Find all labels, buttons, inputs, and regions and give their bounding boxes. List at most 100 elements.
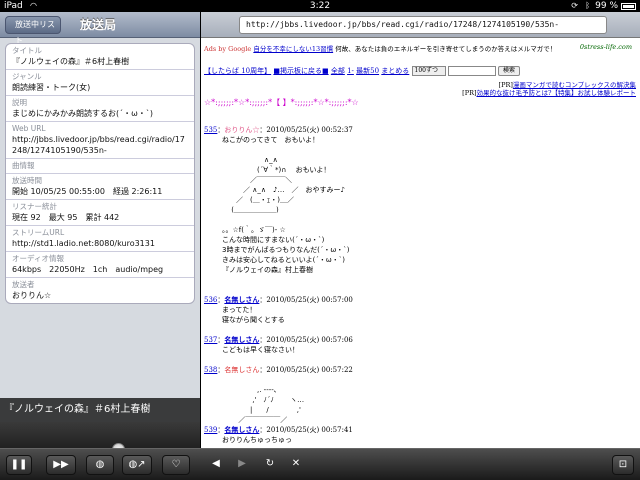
info-value: まじめにかみかみ朗読するお(´・ω・`) xyxy=(12,109,153,118)
browser-pane: http://jbbs.livedoor.jp/bbs/read.cgi/rad… xyxy=(201,12,640,448)
ad-text: 何故、あなたは負のエネルギーを引き寄せてしまうのか答えはメルマガで！ xyxy=(335,45,557,53)
web-button[interactable]: ◍ xyxy=(86,455,114,475)
info-row-listener-stats[interactable]: リスナー統計 現在 92 最大 95 累計 442 xyxy=(6,200,194,226)
forward-icon: ▶ xyxy=(238,458,246,469)
info-value: http://jbbs.livedoor.jp/bbs/read.cgi/rad… xyxy=(12,135,185,155)
ad-site[interactable]: 0stress-life.com xyxy=(580,43,632,51)
post: 535：おりりん☆：2010/05/25(火) 00:52:37 ねこがのってき… xyxy=(204,125,353,275)
post-author: おりりん☆ xyxy=(224,126,260,134)
post-author: 名無しさん xyxy=(224,366,260,374)
info-row-stream-url[interactable]: ストリームURL http://std1.ladio.net:8080/kuro… xyxy=(6,226,194,252)
bluetooth-icon: ᛒ xyxy=(585,1,590,10)
info-label: ジャンル xyxy=(12,72,42,81)
web-content[interactable]: Ads by Google 自分を不幸にしない13習慣 何故、あなたは負のエネル… xyxy=(201,39,640,448)
left-pane-title: 放送局 xyxy=(80,18,117,32)
pause-button[interactable]: ❚❚ xyxy=(6,455,32,475)
clock: 3:22 xyxy=(309,1,331,11)
info-value: 『ノルウェイの森』＃6村上春樹 xyxy=(12,57,130,66)
info-row-genre[interactable]: ジャンル 朗読練習・トーク(女) xyxy=(6,70,194,96)
info-label: 放送者 xyxy=(12,280,35,289)
post: 536：名無しさん：2010/05/25(火) 00:57:00 まってた！ 寝… xyxy=(204,295,353,325)
info-value: 開始 10/05/25 00:55:00 経過 2:26:11 xyxy=(12,187,163,196)
all-link[interactable]: 全部 xyxy=(331,67,345,75)
bottom-toolbar: ❚❚ ▶▶ ◍ ◍↗ ♡ ◀ ▶ ↻ ✕ ⊡ xyxy=(0,448,640,480)
ad-label: Ads by Google xyxy=(204,45,252,53)
info-row-broadcast-time[interactable]: 放送時間 開始 10/05/25 00:55:00 経過 2:26:11 xyxy=(6,174,194,200)
info-label: ストリームURL xyxy=(12,228,65,237)
info-label: 放送時間 xyxy=(12,176,42,185)
info-row-broadcaster[interactable]: 放送者 おりりん☆ xyxy=(6,278,194,303)
post-date: ：2010/05/25(火) 00:57:41 xyxy=(259,426,353,434)
share-icon: ◍↗ xyxy=(128,459,146,470)
thread-deco-title: ☆*:;;;;;:*☆*:;;;;;:*【 】*:;;;;;:*☆*:;;;;;… xyxy=(204,98,359,107)
status-bar: iPad ◠ 3:22 ⟳ ᛒ 99 % xyxy=(0,0,640,12)
browser-back-button[interactable]: ◀ xyxy=(206,455,226,475)
browser-forward-button[interactable]: ▶ xyxy=(232,455,252,475)
info-row-audio-info[interactable]: オーディオ情報 64kbps 22050Hz 1ch audio/mpeg xyxy=(6,252,194,278)
search-input[interactable] xyxy=(447,66,496,76)
search-button[interactable]: 検索 xyxy=(498,66,520,76)
reload-icon: ↻ xyxy=(265,458,275,469)
station-detail-pane: 放送中リスト 放送局 タイトル 『ノルウェイの森』＃6村上春樹 ジャンル 朗読練… xyxy=(0,12,200,480)
url-field[interactable]: http://jbbs.livedoor.jp/bbs/read.cgi/rad… xyxy=(239,16,607,34)
left-nav-bar: 放送中リスト 放送局 xyxy=(0,12,200,45)
post-date: ：2010/05/25(火) 00:57:00 xyxy=(259,296,353,304)
favorite-button[interactable]: ♡ xyxy=(162,455,190,475)
page-size-select[interactable]: 100ずつ xyxy=(411,66,446,76)
favorite-icon: ♡ xyxy=(171,459,181,470)
pr-label: [PR] xyxy=(462,89,477,97)
info-label: リスナー統計 xyxy=(12,202,57,211)
bookmark-icon: ⊡ xyxy=(618,459,628,470)
post-body: おりりんちゅっちゅっ xyxy=(222,436,292,444)
info-value: 朗読練習・トーク(女) xyxy=(12,83,91,92)
info-row-web-url[interactable]: Web URL http://jbbs.livedoor.jp/bbs/read… xyxy=(6,122,194,159)
bookmark-button[interactable]: ⊡ xyxy=(612,455,634,475)
next-button[interactable]: ▶▶ xyxy=(46,455,76,475)
post: 538：名無しさん：2010/05/25(火) 00:57:22 ,. -‐‐-… xyxy=(204,365,353,425)
pr-ad-2: [PR]効果的な抜け毛予防とは?【特集】お試し体験レポート xyxy=(462,87,636,97)
url-bar: http://jbbs.livedoor.jp/bbs/read.cgi/rad… xyxy=(201,12,640,38)
latest50-link[interactable]: 最新50 xyxy=(356,67,379,75)
battery-percent: 99 % xyxy=(595,1,618,11)
now-playing-title: 『ノルウェイの森』＃6村上春樹 xyxy=(0,398,200,422)
globe-icon: ◍ xyxy=(95,459,105,470)
post-author[interactable]: 名無しさん xyxy=(224,295,259,304)
station-info-list: タイトル 『ノルウェイの森』＃6村上春樹 ジャンル 朗読練習・トーク(女) 説明… xyxy=(5,43,195,304)
battery-icon xyxy=(621,3,636,10)
post-body: こどもは早く寝なさい！ xyxy=(222,346,299,354)
post-number[interactable]: 537 xyxy=(204,336,217,344)
info-label: 説明 xyxy=(12,98,27,107)
post-date: ：2010/05/25(火) 00:52:37 xyxy=(259,126,353,134)
post-body: まってた！ 寝ながら聞くとする xyxy=(222,306,285,324)
ad-link[interactable]: 自分を不幸にしない13習慣 xyxy=(253,45,333,53)
range-link[interactable]: 1- xyxy=(347,67,354,75)
post-number[interactable]: 538 xyxy=(204,366,217,374)
share-button[interactable]: ◍↗ xyxy=(122,455,152,475)
pr-link[interactable]: 効果的な抜け毛予防とは?【特集】お試し体験レポート xyxy=(477,89,637,97)
back-to-list-button[interactable]: 放送中リスト xyxy=(5,16,61,45)
info-row-description[interactable]: 説明 まじめにかみかみ朗読するお(´・ω・`) xyxy=(6,96,194,122)
post-author[interactable]: 名無しさん xyxy=(224,425,259,434)
back-to-board-link[interactable]: ■掲示板に戻る■ xyxy=(273,67,328,75)
post-number[interactable]: 535 xyxy=(204,126,217,134)
info-row-song-info[interactable]: 曲情報 xyxy=(6,159,194,174)
summary-link[interactable]: まとめる xyxy=(381,67,409,75)
rotation-lock-icon: ⟳ xyxy=(571,1,578,10)
next-icon: ▶▶ xyxy=(53,459,69,470)
info-value: 64kbps 22050Hz 1ch audio/mpeg xyxy=(12,265,164,274)
info-label: オーディオ情報 xyxy=(12,254,64,263)
info-value: http://std1.ladio.net:8080/kuro3131 xyxy=(12,239,155,248)
post-number[interactable]: 539 xyxy=(204,426,217,434)
google-ad: Ads by Google 自分を不幸にしない13習慣 何故、あなたは負のエネル… xyxy=(204,43,636,53)
post-author[interactable]: 名無しさん xyxy=(224,335,259,344)
stop-button[interactable]: ✕ xyxy=(286,455,306,475)
post-date: ：2010/05/25(火) 00:57:06 xyxy=(259,336,353,344)
close-icon: ✕ xyxy=(291,458,301,469)
info-row-title[interactable]: タイトル 『ノルウェイの森』＃6村上春樹 xyxy=(6,44,194,70)
reload-button[interactable]: ↻ xyxy=(260,455,280,475)
board-link[interactable]: 【したらば 10周年】 xyxy=(204,67,271,75)
info-label: 曲情報 xyxy=(12,161,35,170)
info-label: タイトル xyxy=(12,46,42,55)
post-number[interactable]: 536 xyxy=(204,296,217,304)
post: 537：名無しさん：2010/05/25(火) 00:57:06 こどもは早く寝… xyxy=(204,335,353,355)
